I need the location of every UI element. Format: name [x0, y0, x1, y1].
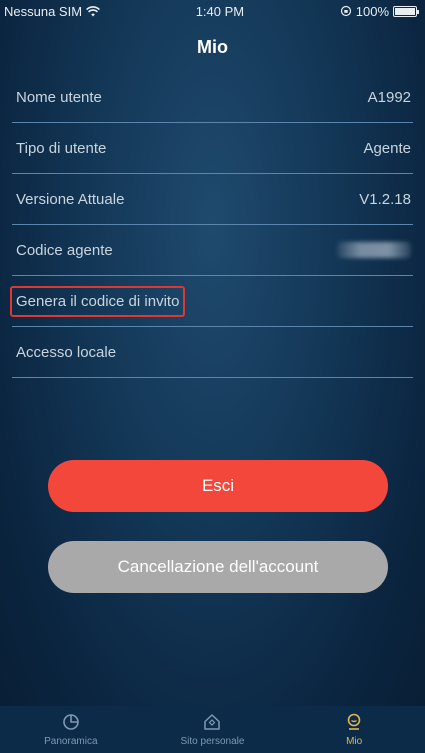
battery-percent: 100% — [355, 3, 389, 19]
row-username: Nome utente A1992 — [12, 72, 413, 123]
row-agent-code: Codice agente — [12, 225, 413, 276]
row-local-access[interactable]: Accesso locale — [12, 327, 413, 378]
row-user-type: Tipo di utente Agente — [12, 123, 413, 174]
user-icon — [347, 713, 361, 730]
user-type-label: Tipo di utente — [16, 139, 107, 157]
tab-bar: Panoramica Sito personale Mio — [0, 706, 425, 753]
delete-account-button[interactable]: Cancellazione dell'account — [48, 541, 388, 593]
carrier-label: Nessuna SIM — [4, 3, 83, 19]
status-right: 100% — [340, 3, 419, 19]
logout-button[interactable]: Esci — [48, 460, 388, 512]
nav-bar: Mio — [0, 22, 425, 72]
status-time: 1:40 PM — [195, 3, 245, 19]
status-left: Nessuna SIM — [4, 3, 101, 19]
tab-mio-label: Mio — [346, 736, 363, 747]
row-generate-invite-code[interactable]: Genera il codice di invito — [10, 276, 413, 327]
user-type-value: Agente — [363, 139, 411, 157]
app-screen: Nessuna SIM 1:40 PM 100% Mio Nome utente… — [0, 0, 425, 753]
tab-overview[interactable]: Panoramica — [11, 706, 131, 747]
agent-code-label: Codice agente — [16, 241, 113, 259]
tab-personal-site[interactable]: Sito personale — [152, 706, 272, 747]
local-access-label[interactable]: Accesso locale — [16, 344, 116, 361]
username-label: Nome utente — [16, 88, 102, 106]
version-label: Versione Attuale — [16, 190, 125, 208]
tab-mio[interactable]: Mio — [294, 706, 414, 747]
tab-overview-label: Panoramica — [44, 736, 98, 747]
generate-invite-code-label[interactable]: Genera il codice di invito — [10, 285, 186, 317]
row-version: Versione Attuale V1.2.18 — [12, 174, 413, 225]
username-value: A1992 — [367, 88, 411, 106]
wifi-icon — [86, 5, 101, 16]
version-value: V1.2.18 — [359, 190, 411, 208]
pie-chart-icon — [63, 714, 79, 730]
battery-icon — [393, 5, 419, 17]
home-icon — [204, 714, 221, 730]
agent-code-redacted — [337, 242, 411, 258]
orientation-lock-icon — [340, 5, 351, 17]
settings-list: Nome utente A1992 Tipo di utente Agente … — [10, 72, 413, 378]
status-bar: Nessuna SIM 1:40 PM 100% — [0, 0, 425, 22]
tab-personal-site-label: Sito personale — [180, 736, 245, 747]
page-title: Mio — [197, 36, 228, 57]
